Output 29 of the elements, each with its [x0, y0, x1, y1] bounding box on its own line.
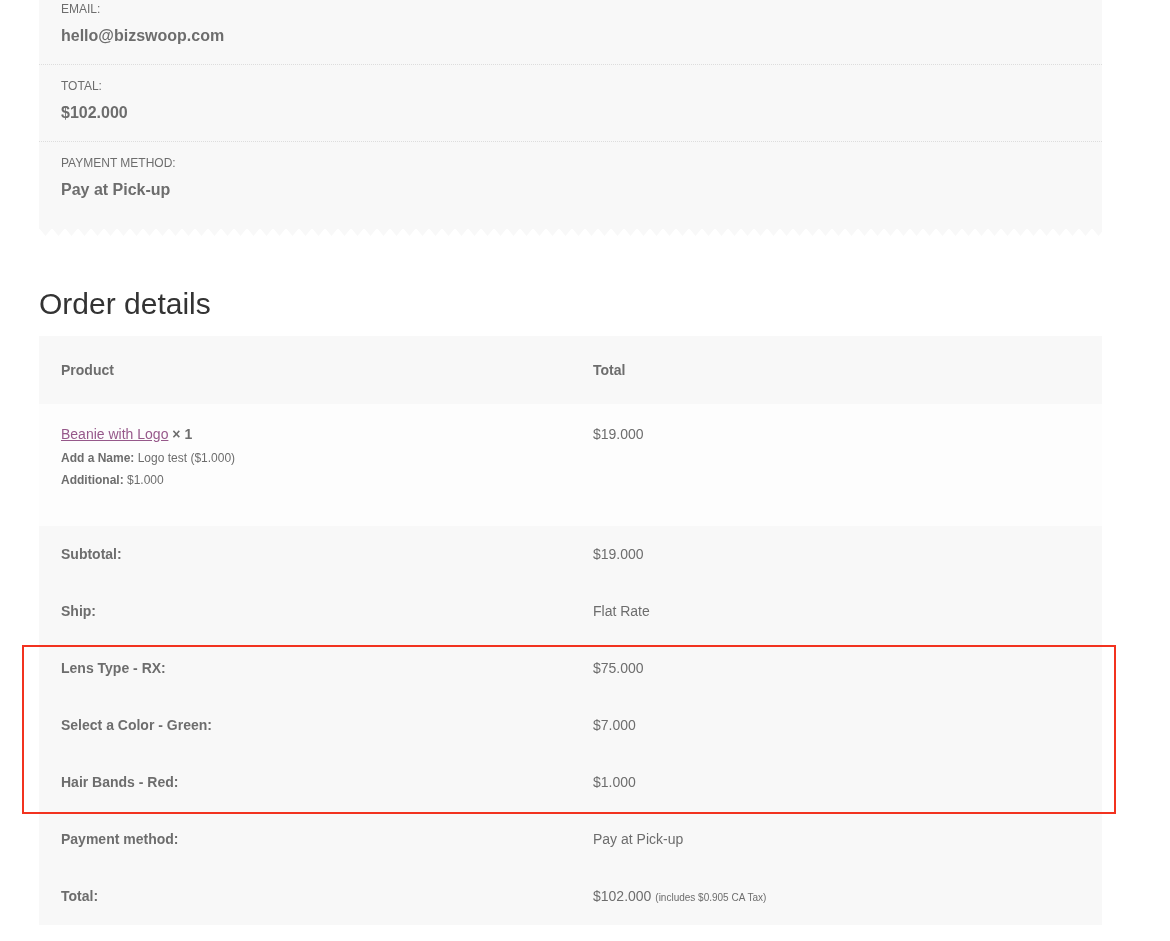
item-meta: Add a Name: Logo test ($1.000) — [61, 450, 237, 467]
field-value: Pay at Pick-up — [61, 180, 172, 200]
row-label: Hair Bands - Red: — [39, 754, 571, 811]
row-label: Lens Type - RX: — [39, 640, 571, 697]
total-value: Pay at Pick-up — [593, 831, 684, 847]
column-header: Product — [39, 336, 571, 404]
item-meta: Additional: $1.000 — [61, 472, 165, 489]
row-label: Total: — [39, 868, 571, 925]
row-label: Payment method: — [39, 811, 571, 868]
total-value: $19.000 — [593, 546, 644, 562]
field-value: $102.000 — [61, 103, 129, 123]
field-label: EMAIL: — [61, 1, 102, 18]
total-value: $102.000 — [593, 888, 652, 904]
total-value: $1.000 — [593, 774, 636, 790]
total-value: $7.000 — [593, 717, 636, 733]
field-label: TOTAL: — [61, 78, 103, 95]
row-label: Subtotal: — [39, 526, 571, 583]
row-label: Select a Color - Green: — [39, 697, 571, 754]
field-value: hello@bizswoop.com — [61, 26, 226, 46]
section-heading: Order details — [39, 286, 212, 322]
tax-note: (includes $0.905 CA Tax) — [655, 892, 767, 903]
product-link[interactable]: Beanie with Logo — [61, 426, 169, 442]
column-header: Total — [571, 336, 1102, 404]
row-label: Ship: — [39, 583, 571, 640]
quantity: × 1 — [172, 426, 193, 442]
table-cell: $19.000 — [571, 404, 1102, 526]
field-label: PAYMENT METHOD: — [61, 155, 177, 172]
total-value: Flat Rate — [593, 603, 650, 619]
total-value: $75.000 — [593, 660, 644, 676]
